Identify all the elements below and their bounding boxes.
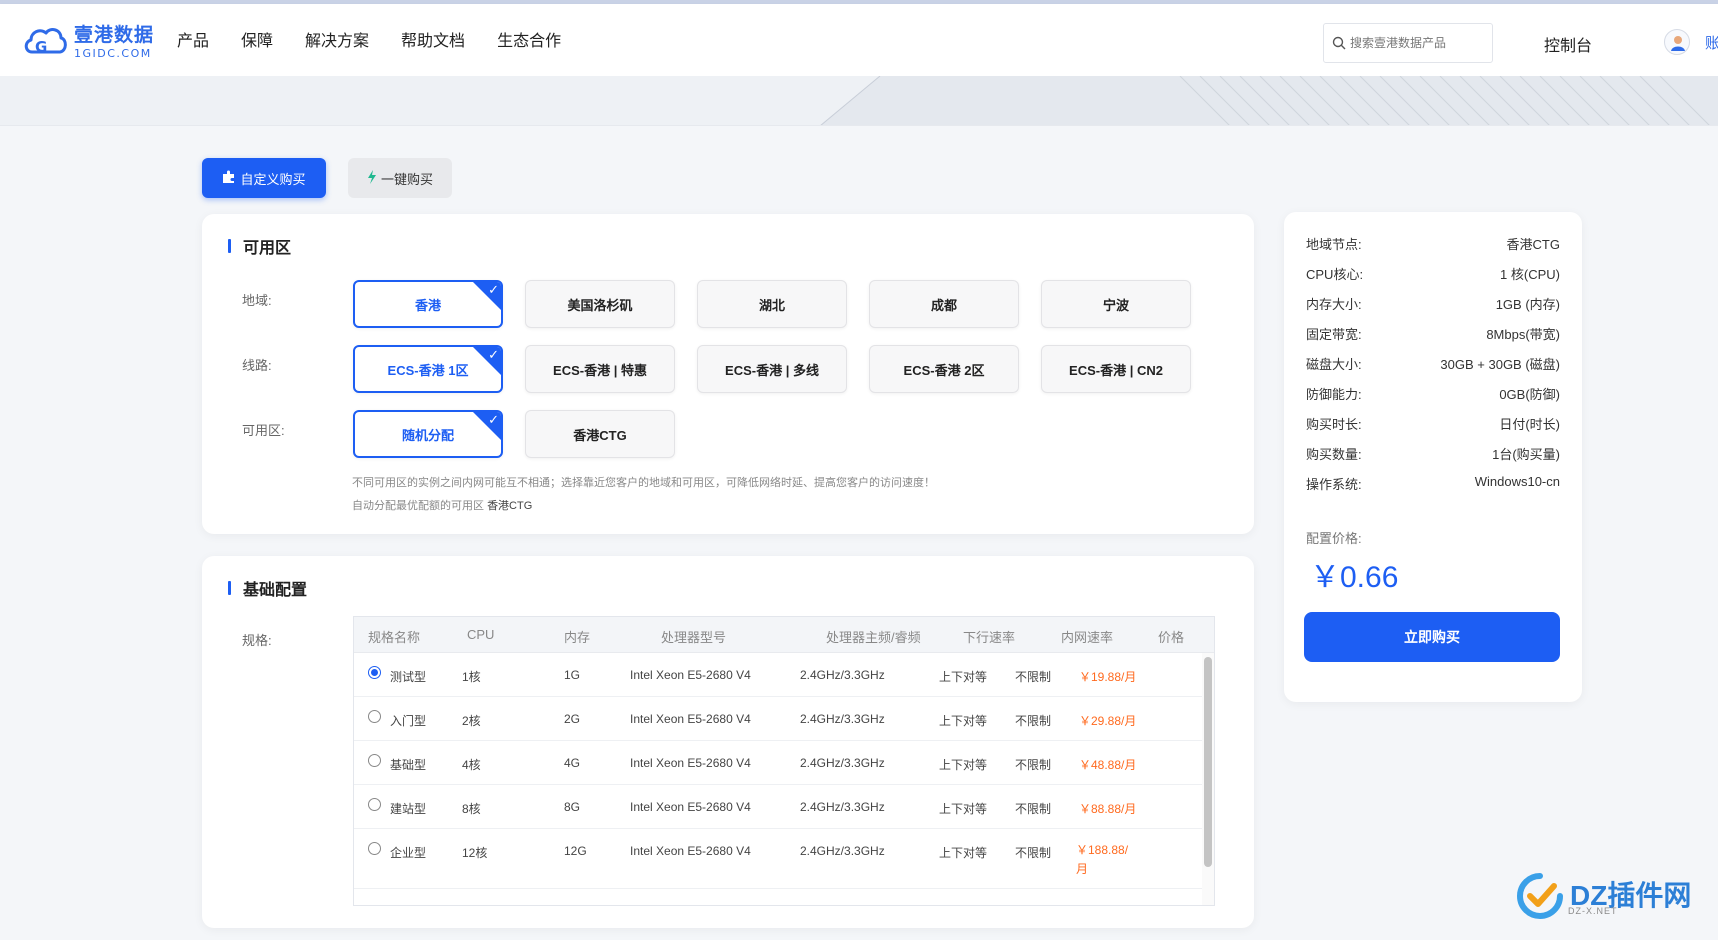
tab-quick-purchase[interactable]: 一键购买: [348, 158, 452, 198]
zone-note: 不同可用区的实例之间内网可能互不相通；选择靠近您客户的地域和可用区，可降低网络时…: [352, 477, 935, 489]
watermark-logo-icon: [1517, 873, 1563, 919]
logo-domain: 1GIDC.COM: [74, 46, 152, 60]
tab-custom-label: 自定义购买: [240, 171, 306, 187]
spec-table: 规格名称 CPU 内存 处理器型号 处理器主频/睿频 下行速率 内网速率 价格 …: [353, 616, 1215, 906]
nav-docs[interactable]: 帮助文档: [401, 30, 465, 54]
table-row[interactable]: 测试型 1核 1G Intel Xeon E5-2680 V4 2.4GHz/3…: [354, 653, 1204, 697]
line-option-hk-cn2[interactable]: ECS-香港 | CN2: [1041, 345, 1191, 393]
search-box[interactable]: [1323, 23, 1493, 63]
puzzle-icon: [222, 170, 236, 187]
spec-radio[interactable]: [368, 754, 381, 767]
main-nav: 产品 保障 解决方案 帮助文档 生态合作: [177, 30, 593, 54]
base-section-title: 基础配置: [228, 576, 307, 600]
site-header: G 壹港数据 1GIDC.COM 产品 保障 解决方案 帮助文档 生态合作 控制…: [0, 4, 1718, 76]
region-option-los-angeles[interactable]: 美国洛杉矶: [525, 280, 675, 328]
cloud-logo-icon: G: [22, 22, 68, 62]
table-row[interactable]: 基础型 4核 4G Intel Xeon E5-2680 V4 2.4GHz/3…: [354, 741, 1204, 785]
account-link[interactable]: 账: [1705, 32, 1718, 53]
config-price-label: 配置价格:: [1306, 531, 1362, 546]
col-cpu: CPU: [467, 627, 495, 642]
tab-custom-purchase[interactable]: 自定义购买: [202, 158, 326, 198]
nav-products[interactable]: 产品: [177, 30, 209, 54]
summary-row-defense: 防御能力: 0GB(防御): [1306, 387, 1560, 402]
config-price: ￥0.66: [1310, 561, 1399, 594]
summary-row-bandwidth: 固定带宽: 8Mbps(带宽): [1306, 327, 1560, 342]
spec-radio[interactable]: [368, 798, 381, 811]
summary-row-memory: 内存大小: 1GB (内存): [1306, 297, 1560, 312]
summary-row-cpu: CPU核心: 1 核(CPU): [1306, 267, 1560, 282]
table-scrollbar-thumb[interactable]: [1204, 657, 1212, 867]
spec-label: 规格:: [242, 633, 272, 648]
spec-radio[interactable]: [368, 710, 381, 723]
search-input[interactable]: [1350, 36, 1480, 50]
region-option-hongkong[interactable]: 香港 ✓: [353, 280, 503, 328]
banner: [0, 76, 1718, 126]
table-row[interactable]: 入门型 2核 2G Intel Xeon E5-2680 V4 2.4GHz/3…: [354, 697, 1204, 741]
lightning-icon: [367, 169, 377, 187]
line-option-hk-zone2[interactable]: ECS-香港 2区: [869, 345, 1019, 393]
watermark: DZ插件网 DZ-X.NET: [1516, 872, 1691, 920]
az-label: 可用区:: [242, 423, 285, 438]
table-row[interactable]: 建站型 8核 8G Intel Xeon E5-2680 V4 2.4GHz/3…: [354, 785, 1204, 829]
zone-auto-note: 自动分配最优配额的可用区 香港CTG: [352, 500, 533, 512]
summary-row-duration: 购买时长: 日付(时长): [1306, 417, 1560, 432]
check-icon: ✓: [488, 412, 499, 427]
region-label: 地域:: [242, 293, 272, 308]
region-option-chengdu[interactable]: 成都: [869, 280, 1019, 328]
col-mem: 内存: [564, 630, 591, 645]
console-link[interactable]: 控制台: [1544, 32, 1592, 56]
nav-ecosystem[interactable]: 生态合作: [497, 30, 561, 54]
logo-name: 壹港数据: [74, 24, 155, 46]
col-model: 处理器型号: [661, 630, 727, 645]
region-option-ningbo[interactable]: 宁波: [1041, 280, 1191, 328]
summary-row-disk: 磁盘大小: 30GB + 30GB (磁盘): [1306, 357, 1560, 372]
az-option-random[interactable]: 随机分配 ✓: [353, 410, 503, 458]
line-option-hk-zone1[interactable]: ECS-香港 1区 ✓: [353, 345, 503, 393]
col-price: 价格: [1158, 630, 1185, 645]
nav-guarantee[interactable]: 保障: [241, 30, 273, 54]
search-icon: [1332, 36, 1346, 50]
check-icon: ✓: [488, 347, 499, 362]
line-option-hk-multiline[interactable]: ECS-香港 | 多线: [697, 345, 847, 393]
check-icon: ✓: [488, 282, 499, 297]
user-avatar-icon[interactable]: [1664, 29, 1690, 55]
col-intranet: 内网速率: [1061, 630, 1114, 645]
spec-radio[interactable]: [368, 842, 381, 855]
summary-row-quantity: 购买数量: 1台(购买量): [1306, 447, 1560, 462]
az-option-hk-ctg[interactable]: 香港CTG: [525, 410, 675, 458]
buy-now-button[interactable]: 立即购买: [1304, 612, 1560, 662]
zone-card: 可用区 地域: 香港 ✓ 美国洛杉矶 湖北 成都 宁波 线路: ECS-香港 1…: [202, 214, 1254, 534]
base-config-card: 基础配置 规格: 规格名称 CPU 内存 处理器型号 处理器主频/睿频 下行速率…: [202, 556, 1254, 928]
table-row[interactable]: 企业型 12核 12G Intel Xeon E5-2680 V4 2.4GHz…: [354, 829, 1204, 889]
tab-quick-label: 一键购买: [380, 171, 433, 187]
zone-section-title: 可用区: [228, 234, 291, 258]
summary-row-os: 操作系统: Windows10-cn: [1306, 474, 1560, 492]
logo[interactable]: G 壹港数据 1GIDC.COM: [22, 22, 154, 62]
col-freq: 处理器主频/睿频: [826, 630, 921, 645]
col-name: 规格名称: [368, 630, 421, 645]
order-summary-card: 地域节点: 香港CTG CPU核心: 1 核(CPU) 内存大小: 1GB (内存) …: [1284, 212, 1582, 702]
summary-row-region: 地域节点: 香港CTG: [1306, 237, 1560, 252]
line-label: 线路:: [242, 358, 272, 373]
line-option-hk-special[interactable]: ECS-香港 | 特惠: [525, 345, 675, 393]
nav-solutions[interactable]: 解决方案: [305, 30, 369, 54]
svg-text:G: G: [35, 38, 47, 56]
col-down: 下行速率: [963, 630, 1016, 645]
spec-radio[interactable]: [368, 666, 381, 679]
region-option-hubei[interactable]: 湖北: [697, 280, 847, 328]
watermark-sub: DZ-X.NET: [1568, 906, 1618, 916]
table-header: 规格名称 CPU 内存 处理器型号 处理器主频/睿频 下行速率 内网速率 价格: [354, 617, 1214, 653]
